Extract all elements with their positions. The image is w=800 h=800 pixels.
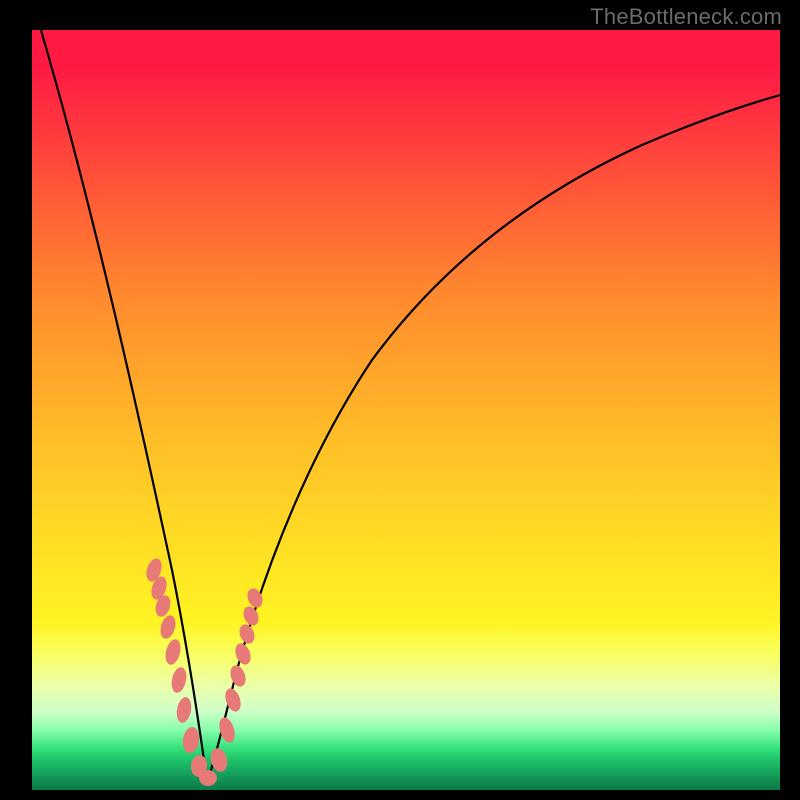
bead [241, 604, 262, 628]
bead [228, 663, 249, 688]
bead [158, 614, 178, 641]
bead [233, 641, 254, 667]
plot-area [32, 30, 780, 790]
bead [199, 770, 217, 786]
bead [163, 638, 183, 667]
bead [237, 622, 257, 646]
bead [175, 696, 193, 724]
bottleneck-curve [32, 30, 780, 790]
bead [222, 686, 243, 713]
watermark-text: TheBottleneck.com [590, 4, 782, 30]
bead [169, 666, 188, 694]
chart-frame: TheBottleneck.com [0, 0, 800, 800]
bead-cluster [144, 556, 266, 786]
bead [181, 726, 200, 754]
curve-path [35, 30, 780, 782]
